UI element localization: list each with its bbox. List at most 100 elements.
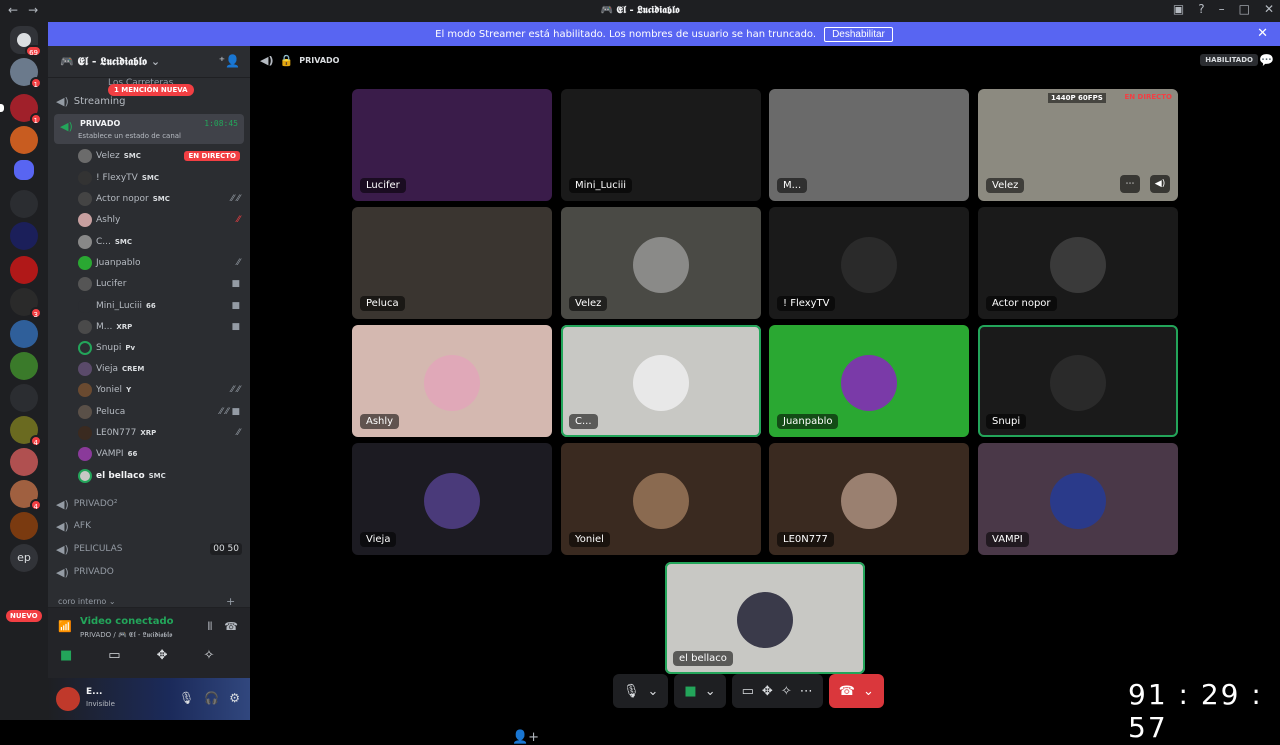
channel-name: PRIVADO bbox=[80, 119, 121, 128]
add-member-icon[interactable]: ⁺👤 bbox=[219, 54, 240, 68]
server-icon[interactable]: 1 bbox=[10, 58, 42, 89]
server-icon[interactable] bbox=[10, 126, 38, 154]
video-tile[interactable]: M... bbox=[769, 89, 969, 201]
voice-member[interactable]: LE0N777 XRP ⁄⁄ bbox=[78, 423, 244, 443]
video-tile[interactable]: LE0N777 bbox=[769, 443, 969, 555]
noise-suppression-icon[interactable]: ⦀ bbox=[207, 620, 212, 634]
voice-member[interactable]: VAMPI 66 bbox=[78, 444, 244, 464]
add-people-icon[interactable]: 👤+ bbox=[512, 730, 539, 745]
microphone-button[interactable]: 🎙 ⌄ bbox=[613, 674, 669, 708]
voice-member[interactable]: Vieja CREM bbox=[78, 359, 244, 379]
category-header[interactable]: coro interno ⌄ + bbox=[58, 595, 235, 608]
gear-icon[interactable]: ⚙ bbox=[229, 691, 240, 705]
video-tile[interactable]: el bellaco bbox=[665, 562, 865, 674]
maximize-icon[interactable]: □ bbox=[1239, 2, 1250, 16]
chevron-down-icon: ⌄ bbox=[150, 55, 161, 68]
video-tile[interactable]: Peluca bbox=[352, 207, 552, 319]
leave-call-button[interactable]: ☎ ⌄ bbox=[828, 674, 884, 708]
server-icon[interactable] bbox=[10, 190, 38, 218]
voice-member[interactable]: Ashly ⁄⁄ bbox=[78, 210, 244, 230]
activities-icon[interactable]: ✥ bbox=[157, 648, 168, 663]
chevron-down-icon[interactable]: ⌄ bbox=[705, 684, 716, 699]
camera-icon[interactable]: ■ bbox=[60, 648, 72, 663]
camera-button[interactable]: ■ ⌄ bbox=[674, 674, 726, 708]
soundboard-icon[interactable]: ✧ bbox=[204, 648, 215, 663]
server-icon[interactable] bbox=[10, 448, 38, 476]
chevron-down-icon[interactable]: ⌄ bbox=[863, 684, 874, 699]
voice-channel[interactable]: ◀) PRIVADO bbox=[56, 562, 114, 582]
screen-share-icon[interactable]: ▭ bbox=[108, 648, 120, 663]
speaker-icon: ◀) bbox=[60, 120, 73, 133]
active-voice-channel[interactable]: ◀) PRIVADO 1:08:45 Establece un estado d… bbox=[54, 114, 244, 144]
voice-member[interactable]: Yoniel Y ⁄⁄ ⁄⁄ bbox=[78, 380, 244, 400]
voice-member[interactable]: C... SMC bbox=[78, 232, 244, 252]
voice-member[interactable]: Actor nopor SMC ⁄⁄ ⁄⁄ bbox=[78, 189, 244, 209]
chat-icon[interactable]: 💬 bbox=[1259, 53, 1274, 67]
video-tile[interactable]: 1440P 60FPS EN DIRECTO ⋯ ◀) Velez bbox=[978, 89, 1178, 201]
video-tile[interactable]: Ashly bbox=[352, 325, 552, 437]
screen-share-icon[interactable]: ▭ bbox=[742, 684, 754, 699]
voice-member[interactable]: el bellaco SMC bbox=[78, 466, 244, 486]
video-tile[interactable]: Actor nopor bbox=[978, 207, 1178, 319]
voice-location[interactable]: PRIVADO / 🎮 𝕰𝖑 - 𝕷𝖚𝖈𝖎𝖉𝖎𝖆𝖇𝖑𝖔 bbox=[80, 631, 172, 640]
close-window-icon[interactable]: ✕ bbox=[1264, 2, 1274, 16]
voice-member[interactable]: Lucifer ■ bbox=[78, 274, 244, 294]
channel-status[interactable]: Establece un estado de canal bbox=[78, 132, 181, 140]
voice-member[interactable]: Snupi Pv bbox=[78, 338, 244, 358]
voice-channel[interactable]: ◀) AFK bbox=[56, 516, 91, 536]
video-tile[interactable]: VAMPI bbox=[978, 443, 1178, 555]
server-icon[interactable] bbox=[10, 256, 38, 284]
server-icon[interactable] bbox=[10, 352, 38, 380]
server-icon[interactable] bbox=[10, 384, 38, 412]
soundboard-icon[interactable]: ✧ bbox=[781, 684, 792, 699]
mention-badge[interactable]: 1 MENCIÓN NUEVA bbox=[108, 84, 194, 96]
voice-member[interactable]: M... XRP ■ bbox=[78, 317, 244, 337]
voice-member[interactable]: Velez SMC EN DIRECTO bbox=[78, 146, 244, 166]
inbox-icon[interactable]: ▣ bbox=[1173, 2, 1184, 16]
user-status: Invisible bbox=[86, 700, 115, 708]
avatar[interactable] bbox=[56, 687, 80, 711]
video-tile[interactable]: C... bbox=[561, 325, 761, 437]
avatar bbox=[633, 473, 689, 529]
voice-member[interactable]: Mini_Luciii 66 ■ bbox=[78, 296, 244, 316]
server-icon[interactable] bbox=[10, 320, 38, 348]
voice-member[interactable]: ! FlexyTV SMC bbox=[78, 168, 244, 188]
server-icon[interactable] bbox=[10, 222, 38, 250]
voice-channel[interactable]: ◀) PELICULAS 00 50 bbox=[56, 539, 242, 559]
video-tile[interactable]: Juanpablo bbox=[769, 325, 969, 437]
voice-status: Video conectado bbox=[80, 616, 174, 627]
disconnect-icon[interactable]: ☎ bbox=[224, 620, 238, 634]
server-icon[interactable]: 4 bbox=[10, 416, 42, 447]
disable-streamer-button[interactable]: Deshabilitar bbox=[824, 26, 893, 42]
minimize-icon[interactable]: – bbox=[1219, 2, 1225, 16]
server-icon[interactable]: 1 bbox=[0, 94, 42, 125]
voice-member[interactable]: Peluca ⁄⁄ ⁄⁄ ■ bbox=[78, 402, 244, 422]
streamer-mode-badge[interactable]: HABILITADO bbox=[1200, 54, 1258, 66]
video-tile[interactable]: Velez bbox=[561, 207, 761, 319]
video-tile[interactable]: Snupi bbox=[978, 325, 1178, 437]
home-button[interactable]: 69 bbox=[10, 26, 42, 57]
server-icon[interactable] bbox=[10, 512, 38, 540]
video-tile[interactable]: Lucifer bbox=[352, 89, 552, 201]
server-icon[interactable]: 4 bbox=[10, 480, 42, 511]
avatar bbox=[78, 149, 92, 163]
chevron-down-icon[interactable]: ⌄ bbox=[648, 684, 659, 699]
close-banner-icon[interactable]: ✕ bbox=[1257, 26, 1268, 41]
video-tile[interactable]: ! FlexyTV bbox=[769, 207, 969, 319]
microphone-icon[interactable]: 🎙 bbox=[179, 691, 194, 705]
avatar bbox=[841, 473, 897, 529]
voice-member[interactable]: Juanpablo ⁄⁄ bbox=[78, 253, 244, 273]
activities-icon[interactable]: ✥ bbox=[762, 684, 773, 699]
more-options-icon[interactable]: ⋯ bbox=[800, 684, 813, 699]
more-options-icon[interactable]: ⋯ bbox=[1120, 175, 1140, 193]
video-tile[interactable]: Vieja bbox=[352, 443, 552, 555]
voice-channel[interactable]: ◀) PRIVADO² bbox=[56, 494, 117, 514]
server-icon[interactable]: 3 bbox=[10, 288, 42, 319]
video-tile[interactable]: Yoniel bbox=[561, 443, 761, 555]
help-icon[interactable]: ? bbox=[1198, 2, 1204, 16]
headphones-icon[interactable]: 🎧 bbox=[204, 691, 219, 705]
volume-icon[interactable]: ◀) bbox=[1150, 175, 1170, 193]
server-icon-ep[interactable]: ep bbox=[10, 544, 38, 572]
folder-icon[interactable] bbox=[14, 160, 34, 180]
video-tile[interactable]: Mini_Luciii bbox=[561, 89, 761, 201]
